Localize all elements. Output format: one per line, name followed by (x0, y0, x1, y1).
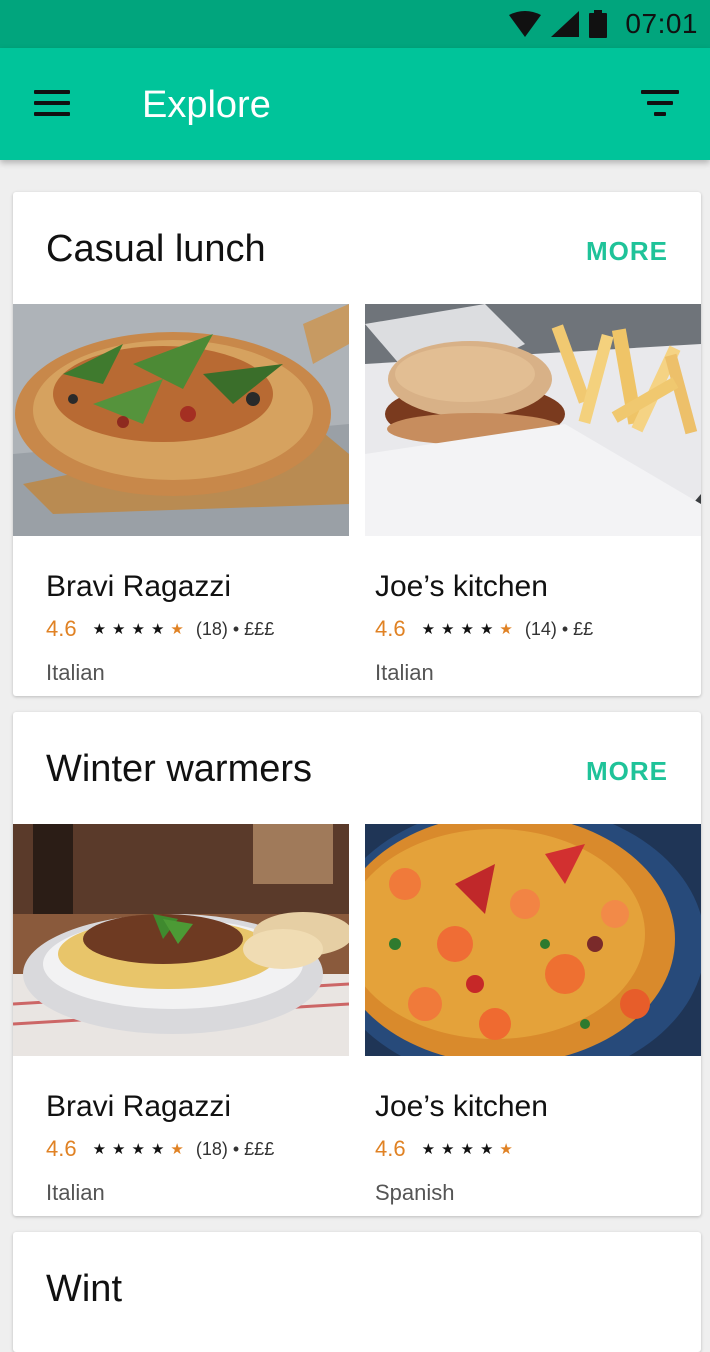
restaurant-card[interactable]: Joe’s kitchen 4.6 ★ ★ ★ ★ ★ (14) • ££ It… (365, 304, 701, 696)
section-card-winter-warmers: Winter warmers MORE Bravi Ragazzi 4.6 ★ … (13, 712, 701, 1216)
more-button[interactable]: MORE (586, 236, 668, 267)
star-rating: ★ ★ ★ ★ ★ (93, 1142, 184, 1157)
wifi-icon (509, 11, 542, 37)
menu-icon[interactable] (34, 90, 72, 120)
battery-icon (589, 10, 608, 38)
app-bar: Explore (0, 48, 710, 160)
rating-value: 4.6 (46, 616, 77, 641)
star-icon: ★ (460, 1140, 474, 1158)
star-icon: ★ (92, 1140, 107, 1158)
restaurant-name: Joe’s kitchen (375, 1090, 548, 1123)
rating-row: 4.6 ★ ★ ★ ★ ★ (14) • ££ (375, 616, 593, 642)
restaurant-name: Bravi Ragazzi (46, 570, 232, 603)
half-star-icon: ★ (170, 1140, 184, 1158)
section-title: Wint (46, 1268, 122, 1310)
more-button[interactable]: MORE (586, 756, 668, 787)
status-bar: 07:01 (0, 0, 710, 48)
restaurant-card[interactable]: Bravi Ragazzi 4.6 ★ ★ ★ ★ ★ (18) • £££ I… (13, 824, 349, 1216)
section-title: Casual lunch (46, 228, 266, 270)
rating-row: 4.6 ★ ★ ★ ★ ★ (18) • £££ (46, 616, 274, 642)
star-icon: ★ (112, 620, 126, 638)
half-star-icon: ★ (170, 620, 184, 638)
rating-row: 4.6 ★ ★ ★ ★ ★ (375, 1136, 525, 1162)
star-rating: ★ ★ ★ ★ ★ (422, 1142, 513, 1157)
rating-value: 4.6 (375, 1136, 406, 1161)
paella-photo (365, 824, 701, 1056)
section-title: Winter warmers (46, 748, 313, 790)
pizza-photo (13, 304, 349, 536)
cellular-signal-icon (551, 11, 580, 37)
review-count-price: (18) • £££ (195, 1138, 275, 1159)
section-card-casual-lunch: Casual lunch MORE Bravi Ragazzi 4.6 ★ ★ … (13, 192, 701, 696)
cuisine-label: Spanish (375, 1180, 455, 1205)
half-star-icon: ★ (499, 620, 513, 638)
star-icon: ★ (131, 1140, 145, 1158)
rating-value: 4.6 (375, 616, 406, 641)
star-icon: ★ (441, 620, 455, 638)
star-icon: ★ (479, 1140, 494, 1158)
restaurant-card[interactable]: Bravi Ragazzi 4.6 ★ ★ ★ ★ ★ (18) • £££ I… (13, 304, 349, 696)
star-icon: ★ (92, 620, 107, 638)
star-icon: ★ (150, 620, 165, 638)
cuisine-label: Italian (46, 1180, 105, 1205)
star-icon: ★ (460, 620, 474, 638)
star-icon: ★ (421, 620, 436, 638)
star-rating: ★ ★ ★ ★ ★ (93, 622, 184, 637)
cuisine-label: Italian (46, 660, 105, 685)
status-time: 07:01 (625, 8, 698, 39)
rating-value: 4.6 (46, 1136, 77, 1161)
cuisine-label: Italian (375, 660, 434, 685)
review-count-price: (14) • ££ (524, 618, 594, 639)
star-rating: ★ ★ ★ ★ ★ (422, 622, 513, 637)
burger-fries-photo (365, 304, 701, 536)
half-star-icon: ★ (499, 1140, 513, 1158)
star-icon: ★ (150, 1140, 165, 1158)
pasta-photo (13, 824, 349, 1056)
star-icon: ★ (421, 1140, 436, 1158)
star-icon: ★ (131, 620, 145, 638)
rating-row: 4.6 ★ ★ ★ ★ ★ (18) • £££ (46, 1136, 274, 1162)
restaurant-name: Bravi Ragazzi (46, 1090, 232, 1123)
filter-icon[interactable] (640, 90, 680, 120)
page-title: Explore (142, 84, 271, 126)
restaurant-card[interactable]: Joe’s kitchen 4.6 ★ ★ ★ ★ ★ Spanish (365, 824, 701, 1216)
restaurant-name: Joe’s kitchen (375, 570, 548, 603)
section-card-peek: Wint (13, 1232, 701, 1352)
review-count-price: (18) • £££ (195, 618, 275, 639)
star-icon: ★ (112, 1140, 126, 1158)
star-icon: ★ (479, 620, 494, 638)
star-icon: ★ (441, 1140, 455, 1158)
